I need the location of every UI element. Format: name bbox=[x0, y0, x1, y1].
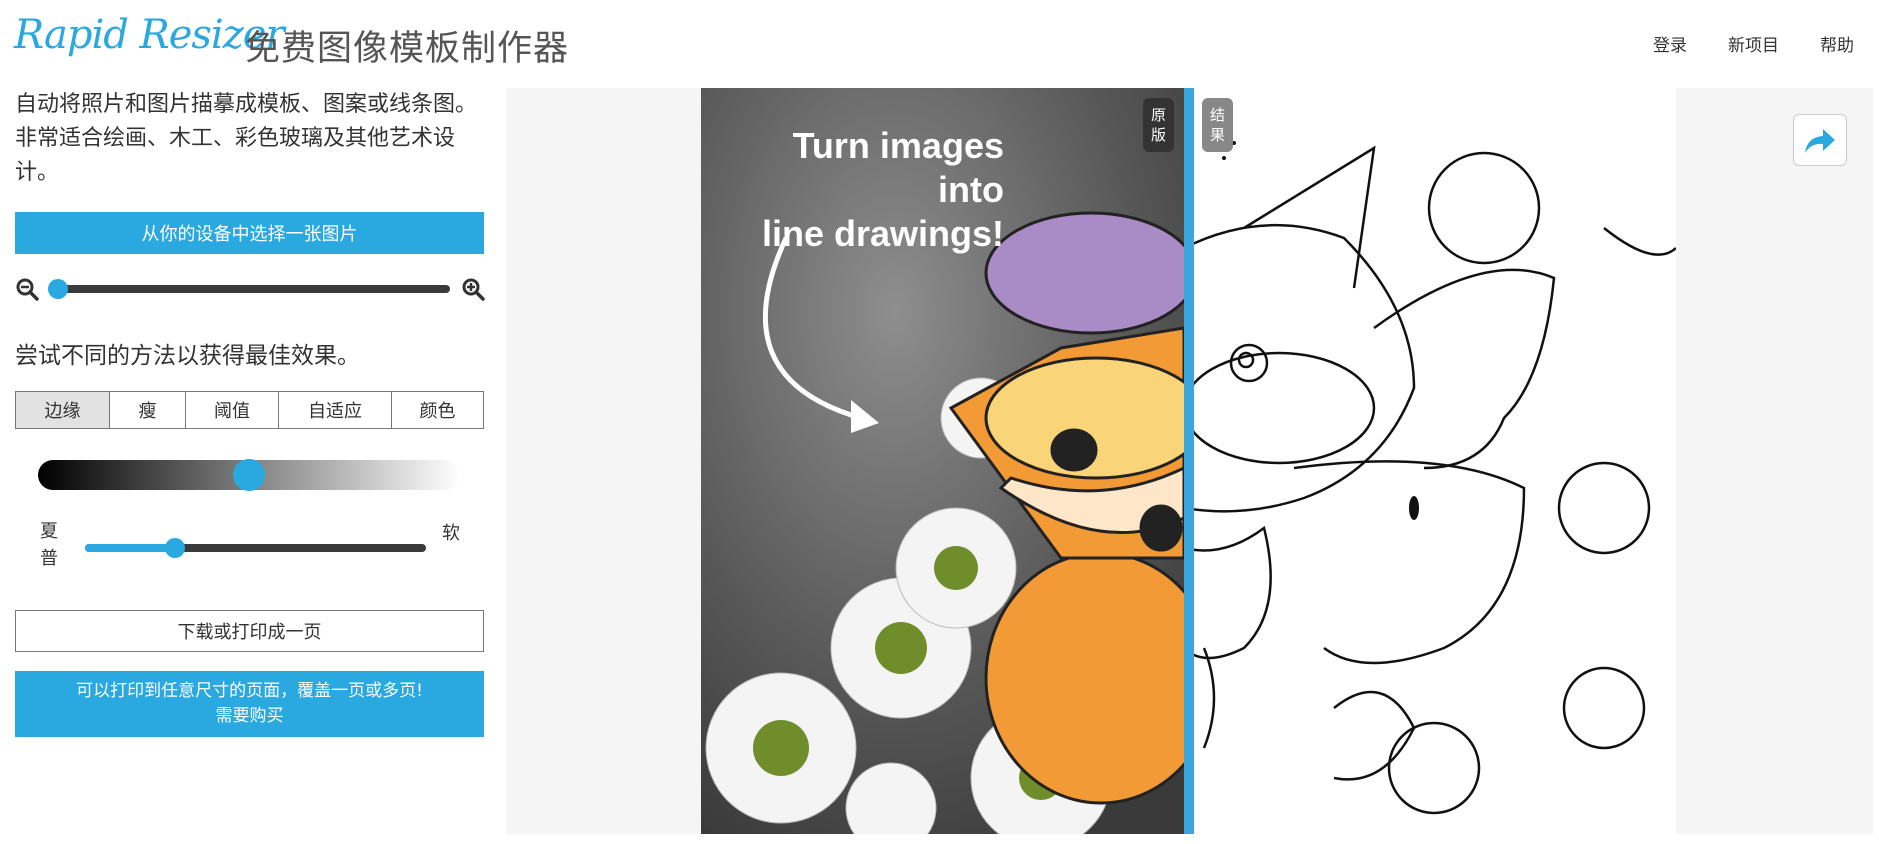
download-print-button[interactable]: 下载或打印成一页 bbox=[15, 610, 484, 652]
tab-color[interactable]: 颜色 bbox=[392, 392, 483, 428]
purchase-required-text: 需要购买 bbox=[215, 706, 284, 726]
share-button[interactable] bbox=[1793, 114, 1847, 166]
comparison-divider-handle[interactable] bbox=[1184, 88, 1194, 834]
zoom-slider-thumb[interactable] bbox=[48, 279, 68, 299]
share-arrow-icon bbox=[1805, 129, 1835, 153]
nav-login-link[interactable]: 登录 bbox=[1653, 31, 1687, 56]
tab-adaptive[interactable]: 自适应 bbox=[279, 392, 392, 428]
edge-level-thumb[interactable] bbox=[233, 459, 265, 491]
overlay-headline: Turn images into line drawings! bbox=[761, 125, 1004, 254]
softness-slider-fill bbox=[85, 544, 176, 552]
sharp-label: 夏普 bbox=[40, 521, 58, 569]
tab-thin[interactable]: 瘦 bbox=[110, 392, 186, 428]
header: Rapid Resizer 免费图像模板制作器 登录 新项目 帮助 bbox=[0, 0, 1879, 84]
zoom-in-icon[interactable] bbox=[461, 277, 485, 301]
choose-image-button[interactable]: 从你的设备中选择一张图片 bbox=[15, 212, 484, 254]
softness-slider-thumb[interactable] bbox=[165, 538, 185, 558]
original-tag[interactable]: 原版 bbox=[1143, 98, 1174, 152]
tab-threshold[interactable]: 阈值 bbox=[186, 392, 279, 428]
rapid-resizer-logo[interactable]: Rapid Resizer bbox=[14, 12, 285, 58]
print-any-size-button[interactable]: 可以打印到任意尺寸的页面，覆盖一页或多页! 需要购买 bbox=[15, 671, 484, 737]
result-line-drawing bbox=[1184, 88, 1676, 834]
app-description: 自动将照片和图片描摹成模板、图案或线条图。非常适合绘画、木工、彩色玻璃及其他艺术… bbox=[15, 92, 478, 185]
page-title: 免费图像模板制作器 bbox=[245, 29, 570, 69]
nav-new-project-link[interactable]: 新项目 bbox=[1728, 31, 1779, 56]
soft-label: 软 bbox=[442, 523, 460, 544]
result-tag[interactable]: 结果 bbox=[1202, 98, 1233, 152]
zoom-out-icon[interactable] bbox=[15, 277, 39, 301]
nav-help-link[interactable]: 帮助 bbox=[1820, 31, 1854, 56]
methods-label: 尝试不同的方法以获得最佳效果。 bbox=[15, 343, 360, 369]
tab-edge[interactable]: 边缘 bbox=[16, 392, 110, 428]
print-button-text: 可以打印到任意尺寸的页面，覆盖一页或多页! bbox=[76, 681, 423, 701]
method-tabs: 边缘 瘦 阈值 自适应 颜色 bbox=[15, 391, 484, 429]
zoom-slider-track[interactable] bbox=[55, 285, 450, 293]
